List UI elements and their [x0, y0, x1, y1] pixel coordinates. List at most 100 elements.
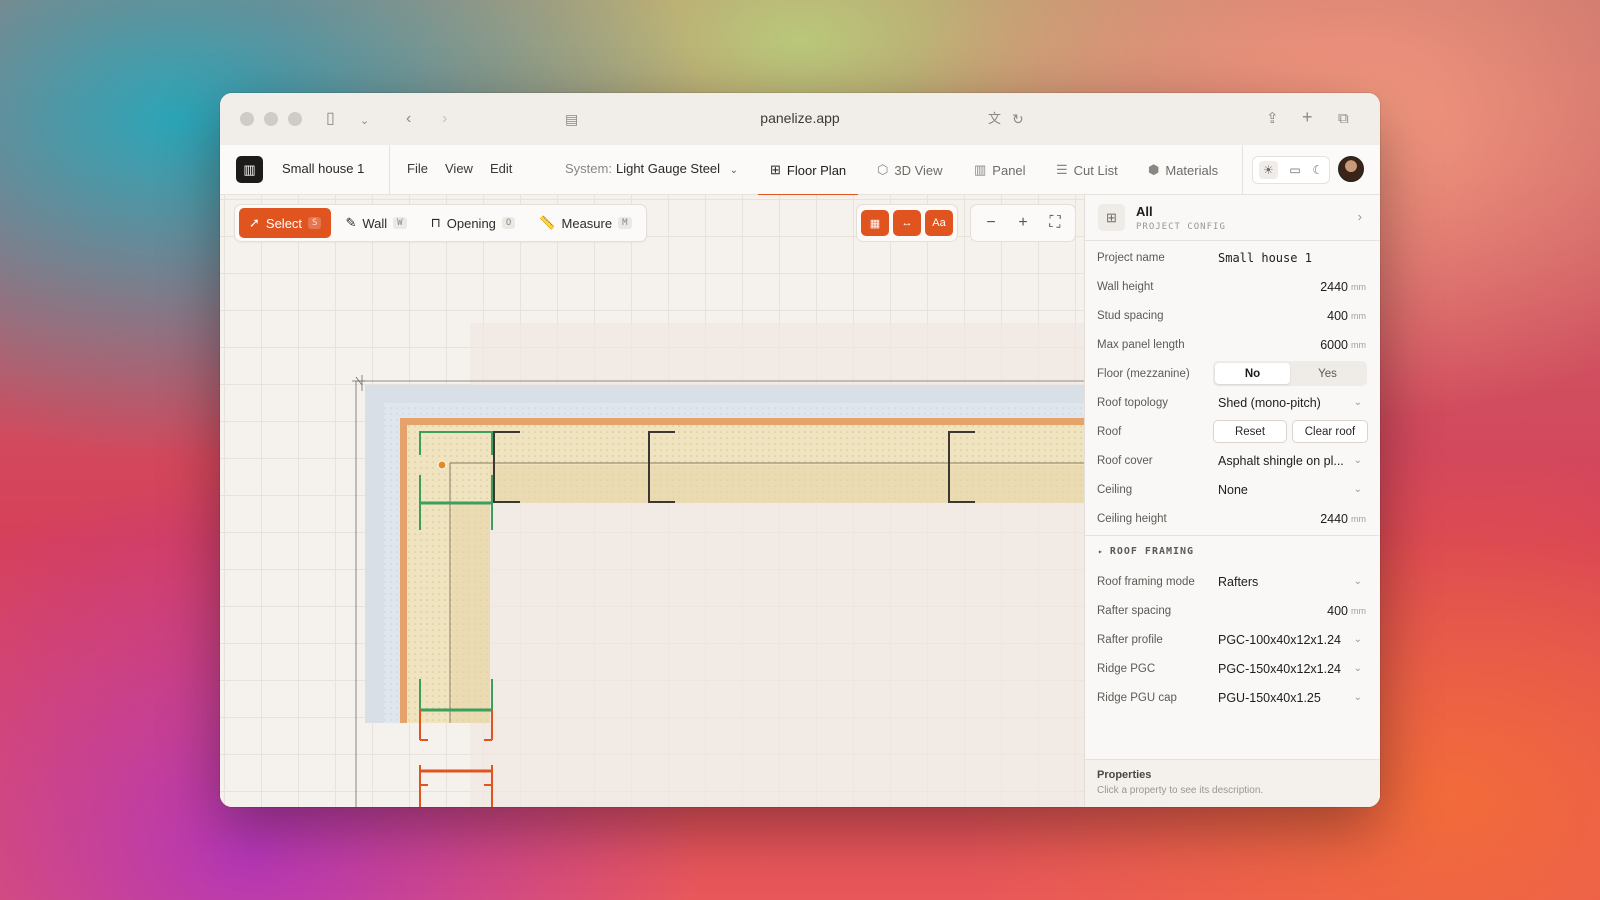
- tool-label: Measure: [561, 215, 613, 231]
- chevron-down-icon: ⌄: [1353, 455, 1362, 466]
- property-label: Max panel length: [1097, 338, 1185, 351]
- property-roof: Roof Reset Clear roof: [1085, 417, 1380, 446]
- property-label: Rafter spacing: [1097, 604, 1172, 617]
- tab-3d-view[interactable]: ⬡ 3D View: [877, 145, 943, 195]
- divider: [389, 145, 390, 195]
- mezzanine-yes-option[interactable]: Yes: [1290, 363, 1365, 384]
- shortcut-badge: S: [308, 217, 322, 229]
- ridge-pgu-cap-select[interactable]: PGU-150x40x1.25: [1218, 691, 1366, 705]
- shortcut-badge: W: [393, 217, 407, 229]
- roof-framing-mode-select[interactable]: Rafters: [1218, 575, 1366, 589]
- rafter-spacing-field[interactable]: 400: [1327, 604, 1348, 618]
- shortcut-badge: M: [618, 217, 632, 229]
- theme-switcher: ☀ ▭ ☾: [1252, 156, 1330, 184]
- property-roof-cover[interactable]: Roof cover Asphalt shingle on pl... ⌄: [1085, 446, 1380, 475]
- zoom-out-icon[interactable]: −: [977, 210, 1005, 236]
- tab-panel[interactable]: ▥ Panel: [974, 145, 1026, 195]
- avatar[interactable]: [1338, 156, 1364, 182]
- tool-label: Select: [265, 215, 303, 231]
- property-ceiling-height[interactable]: Ceiling height 2440 mm: [1085, 504, 1380, 533]
- reload-icon[interactable]: ↻: [1012, 109, 1024, 129]
- unit-label: mm: [1351, 606, 1366, 616]
- tab-cut-list[interactable]: ☰ Cut List: [1056, 145, 1118, 195]
- tab-overview-icon[interactable]: ⧉: [1338, 109, 1349, 129]
- panel-icon: ▥: [974, 162, 987, 177]
- system-selector[interactable]: System: Light Gauge Steel ⌄: [565, 161, 738, 176]
- ceiling-select[interactable]: None: [1218, 483, 1366, 497]
- property-rafter-spacing[interactable]: Rafter spacing 400 mm: [1085, 596, 1380, 625]
- new-tab-icon[interactable]: +: [1302, 107, 1313, 127]
- select-tool-button[interactable]: ➚ Select S: [239, 208, 332, 238]
- property-label: Rafter profile: [1097, 633, 1163, 646]
- address-bar[interactable]: panelize.app: [220, 110, 1380, 126]
- chevron-down-icon: ⌄: [1353, 484, 1362, 495]
- panel-title: All: [1136, 204, 1153, 219]
- property-floor-mezzanine: Floor (mezzanine) No Yes: [1085, 359, 1380, 388]
- property-wall-height[interactable]: Wall height 2440 mm: [1085, 272, 1380, 301]
- property-ridge-pgu-cap[interactable]: Ridge PGU cap PGU-150x40x1.25 ⌄: [1085, 683, 1380, 712]
- property-label: Ridge PGU cap: [1097, 691, 1177, 704]
- opening-tool-button[interactable]: ⊓ Opening O: [421, 208, 526, 238]
- property-label: Roof cover: [1097, 454, 1153, 467]
- ridge-pgc-select[interactable]: PGC-150x40x12x1.24: [1218, 662, 1366, 676]
- grid-icon: ⊞: [1098, 204, 1125, 231]
- light-mode-icon[interactable]: ☀: [1258, 161, 1278, 179]
- drawing-toolbar: ➚ Select S ✎ Wall W ⊓ Opening O 📏 Measur…: [234, 204, 647, 242]
- app-logo-icon[interactable]: ▥: [236, 156, 263, 183]
- cube-icon: ⬡: [877, 162, 889, 177]
- labels-icon[interactable]: Aa: [925, 210, 953, 236]
- property-label: Wall height: [1097, 280, 1154, 293]
- translate-icon[interactable]: 文: [988, 109, 1001, 129]
- wall-tool-button[interactable]: ✎ Wall W: [335, 208, 416, 238]
- rafter-profile-select[interactable]: PGC-100x40x12x1.24: [1218, 633, 1366, 647]
- tab-label: Panel: [992, 162, 1026, 178]
- roof-framing-section-header[interactable]: ▸ ROOF FRAMING: [1085, 535, 1380, 567]
- ceiling-height-field[interactable]: 2440: [1320, 512, 1348, 526]
- dark-mode-icon[interactable]: ☾: [1312, 163, 1323, 177]
- browser-toolbar: ▯ ⌄ ‹ › ▤ panelize.app 文 ↻ ⇪ + ⧉: [220, 93, 1380, 145]
- view-toggles: ▦ ↔ Aa: [856, 204, 958, 242]
- roof-topology-select[interactable]: Shed (mono-pitch): [1218, 396, 1366, 410]
- mezzanine-toggle: No Yes: [1213, 361, 1367, 386]
- mezzanine-no-option[interactable]: No: [1215, 363, 1290, 384]
- share-icon[interactable]: ⇪: [1266, 109, 1279, 129]
- cursor-icon: ➚: [249, 215, 260, 230]
- property-max-panel-length[interactable]: Max panel length 6000 mm: [1085, 330, 1380, 359]
- shortcut-badge: O: [501, 217, 516, 229]
- property-label: Roof topology: [1097, 396, 1168, 409]
- property-ridge-pgc[interactable]: Ridge PGC PGC-150x40x12x1.24 ⌄: [1085, 654, 1380, 683]
- floor-plan-canvas[interactable]: ➚ Select S ✎ Wall W ⊓ Opening O 📏 Measur…: [220, 195, 1084, 807]
- unit-label: mm: [1351, 340, 1366, 350]
- measure-tool-button[interactable]: 📏 Measure M: [529, 208, 641, 238]
- tab-label: Floor Plan: [786, 162, 847, 178]
- clear-roof-button[interactable]: Clear roof: [1292, 420, 1368, 443]
- zoom-in-icon[interactable]: +: [1009, 210, 1037, 236]
- dimensions-icon[interactable]: ↔: [893, 210, 921, 236]
- property-roof-framing-mode[interactable]: Roof framing mode Rafters ⌄: [1085, 567, 1380, 596]
- property-project-name[interactable]: Project name Small house 1: [1085, 243, 1380, 272]
- project-title[interactable]: Small house 1: [282, 161, 364, 176]
- tab-label: 3D View: [894, 162, 943, 178]
- property-rafter-profile[interactable]: Rafter profile PGC-100x40x12x1.24 ⌄: [1085, 625, 1380, 654]
- stud-spacing-field[interactable]: 400: [1327, 309, 1348, 323]
- property-label: Stud spacing: [1097, 309, 1164, 322]
- tab-materials[interactable]: ⬢ Materials: [1148, 145, 1218, 195]
- property-roof-topology[interactable]: Roof topology Shed (mono-pitch) ⌄: [1085, 388, 1380, 417]
- grid-icon[interactable]: ▦: [861, 210, 889, 236]
- menu-edit[interactable]: Edit: [490, 161, 512, 176]
- project-name-field[interactable]: Small house 1: [1218, 251, 1366, 265]
- materials-icon: ⬢: [1148, 162, 1160, 177]
- property-stud-spacing[interactable]: Stud spacing 400 mm: [1085, 301, 1380, 330]
- wall-height-field[interactable]: 2440: [1320, 280, 1348, 294]
- reset-roof-button[interactable]: Reset: [1213, 420, 1287, 443]
- chevron-down-icon: ⌄: [1353, 692, 1362, 703]
- property-ceiling[interactable]: Ceiling None ⌄: [1085, 475, 1380, 504]
- roof-cover-select[interactable]: Asphalt shingle on pl...: [1218, 454, 1366, 468]
- tab-floor-plan[interactable]: ⊞ Floor Plan: [757, 145, 859, 196]
- panel-header[interactable]: ⊞ All PROJECT CONFIG ›: [1085, 195, 1380, 241]
- menu-file[interactable]: File: [407, 161, 428, 176]
- fit-view-icon[interactable]: ⛶: [1041, 210, 1069, 236]
- system-mode-icon[interactable]: ▭: [1289, 163, 1300, 177]
- max-panel-length-field[interactable]: 6000: [1320, 338, 1348, 352]
- menu-view[interactable]: View: [445, 161, 473, 176]
